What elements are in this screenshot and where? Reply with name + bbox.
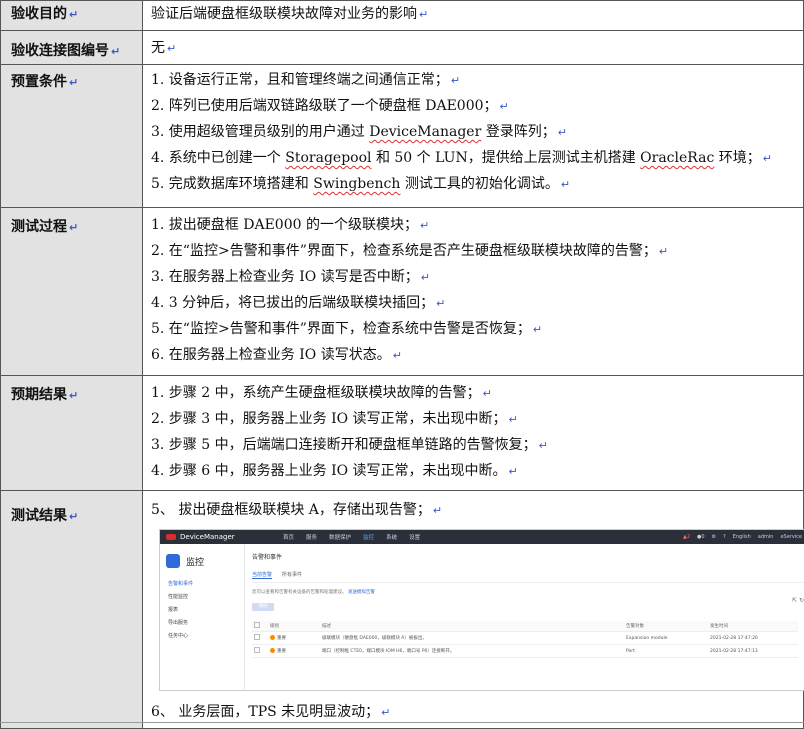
tab-current-alarms[interactable]: 当前告警 <box>252 571 273 579</box>
warning-icon <box>270 635 275 640</box>
table-row[interactable]: 重要 级联模块（硬盘框 DAE000，级联模块 A）被拔出。 Expansion… <box>252 631 798 645</box>
row-time: 2021-02-28 17:47:20 <box>708 631 798 645</box>
purpose-label: 验收目的 ↵ <box>0 0 143 31</box>
row-description[interactable]: 级联模块（硬盘框 DAE000，级联模块 A）被拔出。 <box>320 631 624 645</box>
row-time: 2021-02-28 17:47:13 <box>708 644 798 658</box>
language-switch[interactable]: English <box>733 534 751 540</box>
sidebar-item-reports[interactable]: 报表 <box>160 604 244 617</box>
monitor-icon <box>166 554 180 568</box>
process-item: 4. 3 分钟后，将已拔出的后端级联模块插回； ↵ <box>151 295 446 311</box>
nav-data-protection[interactable]: 数据保护 <box>329 533 351 541</box>
export-icon[interactable]: ⇱ <box>792 597 797 604</box>
huawei-logo-icon <box>166 534 176 540</box>
nav-home[interactable]: 首页 <box>283 533 294 541</box>
table-row[interactable]: 重要 端口（控制框 CTE0，端口模块 IOM H6，端口号 P0）连接断开。 … <box>252 644 798 658</box>
process-item: 6. 在服务器上检查业务 IO 读写状态。 ↵ <box>151 347 402 363</box>
checkbox[interactable] <box>254 634 260 640</box>
sidebar-title: 监控 <box>166 554 244 568</box>
page-bottom-rule <box>0 722 804 723</box>
expected-item: 1. 步骤 2 中，系统产生硬盘框级联模块故障的告警； ↵ <box>151 385 492 401</box>
process-item: 5. 在“监控>告警和事件”界面下，检查系统中告警是否恢复； ↵ <box>151 321 543 337</box>
precond-item: 2. 阵列已使用后端双链路级联了一个硬盘框 DAE000； ↵ <box>151 98 509 114</box>
process-content: 1. 拔出硬盘框 DAE000 的一个级联模块； ↵ 2. 在“监控>告警和事件”… <box>142 207 804 376</box>
alarm-table: 级别 描述 告警对象 发生时间 重要 级联模块（硬盘框 DAE000，级联模块 … <box>252 621 798 658</box>
col-description: 描述 <box>320 621 624 632</box>
screenshot-topbar: DeviceManager 首页 服务 数据保护 监控 系统 设置 ▲2 ●0 <box>160 530 804 544</box>
event-count[interactable]: ●0 <box>697 534 705 540</box>
nav-system[interactable]: 系统 <box>386 533 397 541</box>
document-page: 验收目的 ↵ 验证后端硬盘框级联模块故障对业务的影响 ↵ 验收连接图编号 ↵ 无 ↵ 预… <box>0 0 804 729</box>
precond-item: 5. 完成数据库环境搭建和 Swingbench 测试工具的初始化调试。 ↵ <box>151 176 571 192</box>
sidebar-item-performance[interactable]: 性能监控 <box>160 591 244 604</box>
process-item: 3. 在服务器上检查业务 IO 读写是否中断； ↵ <box>151 269 430 285</box>
diagram-label: 验收连接图编号 ↵ <box>0 30 143 65</box>
user-menu[interactable]: admin <box>758 534 774 540</box>
col-object: 告警对象 <box>624 621 708 632</box>
sidebar-item-tasks[interactable]: 任务中心 <box>160 630 244 643</box>
sidebar-item-export[interactable]: 导出服务 <box>160 617 244 630</box>
row-level: 重要 <box>268 631 320 645</box>
row-checkbox[interactable] <box>252 631 268 645</box>
acceptance-table: 验收目的 ↵ 验证后端硬盘框级联模块故障对业务的影响 ↵ 验收连接图编号 ↵ 无 ↵ 预… <box>0 0 804 729</box>
precond-item: 1. 设备运行正常，且和管理终端之间通信正常； ↵ <box>151 72 461 88</box>
refresh-icon[interactable]: ↻ <box>799 597 804 604</box>
screenshot-page-title: 告警和事件 <box>252 554 283 561</box>
nav-settings[interactable]: 设置 <box>409 533 420 541</box>
tab-all-events[interactable]: 所有事件 <box>282 571 302 579</box>
topbar-right: ▲2 ●0 ⚙ ? English admin eService <box>683 534 804 540</box>
alarm-count[interactable]: ▲2 <box>683 534 690 540</box>
nav-services[interactable]: 服务 <box>306 533 317 541</box>
nav-monitor[interactable]: 监控 <box>363 533 374 541</box>
row-object: Port <box>624 644 708 658</box>
checkbox[interactable] <box>254 647 260 653</box>
gear-icon[interactable]: ⚙ <box>712 534 716 540</box>
precond-item: 4. 系统中已创建一个 Storagepool 和 50 个 LUN，提供给上层… <box>151 150 772 166</box>
expected-item: 4. 步骤 6 中，服务器上业务 IO 读写正常，未出现中断。 ↵ <box>151 463 518 479</box>
expected-content: 1. 步骤 2 中，系统产生硬盘框级联模块故障的告警； ↵ 2. 步骤 3 中，服… <box>142 375 804 491</box>
process-item: 1. 拔出硬盘框 DAE000 的一个级联模块； ↵ <box>151 217 430 233</box>
result-content: 5、 拔出硬盘框级联模块 A，存储出现告警； ↵ DeviceManager 首页… <box>142 490 804 729</box>
expected-item: 3. 步骤 5 中，后端端口连接断开和硬盘框单链路的告警恢复； ↵ <box>151 437 548 453</box>
table-tools: ⇱ ↻ <box>792 597 804 604</box>
process-item: 2. 在“监控>告警和事件”界面下，检查系统是否产生硬盘框级联模块故障的告警； ↵ <box>151 243 669 259</box>
expected-label: 预期结果 ↵ <box>0 375 143 491</box>
brand-name: DeviceManager <box>180 533 235 541</box>
clear-button[interactable]: 清除 <box>252 603 274 611</box>
expected-item: 2. 步骤 3 中，服务器上业务 IO 读写正常，未出现中断； ↵ <box>151 411 518 427</box>
brand: DeviceManager <box>160 533 255 541</box>
send-test-alarm-link[interactable]: 发送模拟告警 <box>348 590 375 595</box>
col-time: 发生时间 <box>708 621 798 632</box>
top-nav: 首页 服务 数据保护 监控 系统 设置 <box>283 533 420 541</box>
sidebar-item-alarms[interactable]: 告警和事件 <box>160 578 244 591</box>
row-description[interactable]: 端口（控制框 CTE0，端口模块 IOM H6，端口号 P0）连接断开。 <box>320 644 624 658</box>
row-level: 重要 <box>268 644 320 658</box>
purpose-content: 验证后端硬盘框级联模块故障对业务的影响 ↵ <box>142 0 804 31</box>
precond-content: 1. 设备运行正常，且和管理终端之间通信正常； ↵ 2. 阵列已使用后端双链路级联… <box>142 64 804 208</box>
embedded-screenshot: DeviceManager 首页 服务 数据保护 监控 系统 设置 ▲2 ●0 <box>159 529 804 691</box>
screenshot-hint: 您可以查看和告警有关设备的告警和处理建议。 发送模拟告警 <box>252 589 804 595</box>
warning-icon <box>270 648 275 653</box>
result-line-1: 5、 拔出硬盘框级联模块 A，存储出现告警； ↵ <box>151 502 443 518</box>
col-level: 级别 <box>268 621 320 632</box>
precond-label: 预置条件 ↵ <box>0 64 143 208</box>
diagram-content: 无 ↵ <box>142 30 804 65</box>
screenshot-sidebar: 监控 告警和事件 性能监控 报表 导出服务 任务中心 <box>160 544 245 690</box>
help-icon[interactable]: ? <box>723 534 726 540</box>
result-label: 测试结果 ↵ <box>0 490 143 729</box>
select-all-checkbox[interactable] <box>252 621 268 632</box>
process-label: 测试过程 ↵ <box>0 207 143 376</box>
row-object: Expansion module <box>624 631 708 645</box>
precond-item: 3. 使用超级管理员级别的用户通过 DeviceManager 登录阵列； ↵ <box>151 124 567 140</box>
hint-text: 您可以查看和告警有关设备的告警和处理建议。 <box>252 590 347 595</box>
checkbox[interactable] <box>254 622 260 628</box>
eservice-link[interactable]: eService <box>780 534 802 540</box>
screenshot-tabs: 当前告警 所有事件 <box>252 571 804 583</box>
screenshot-main: 告警和事件 当前告警 所有事件 您可以查看和告警有关设备的告警和处理建议。 发送… <box>252 548 804 690</box>
row-checkbox[interactable] <box>252 644 268 658</box>
sidebar-title-text: 监控 <box>186 557 205 568</box>
